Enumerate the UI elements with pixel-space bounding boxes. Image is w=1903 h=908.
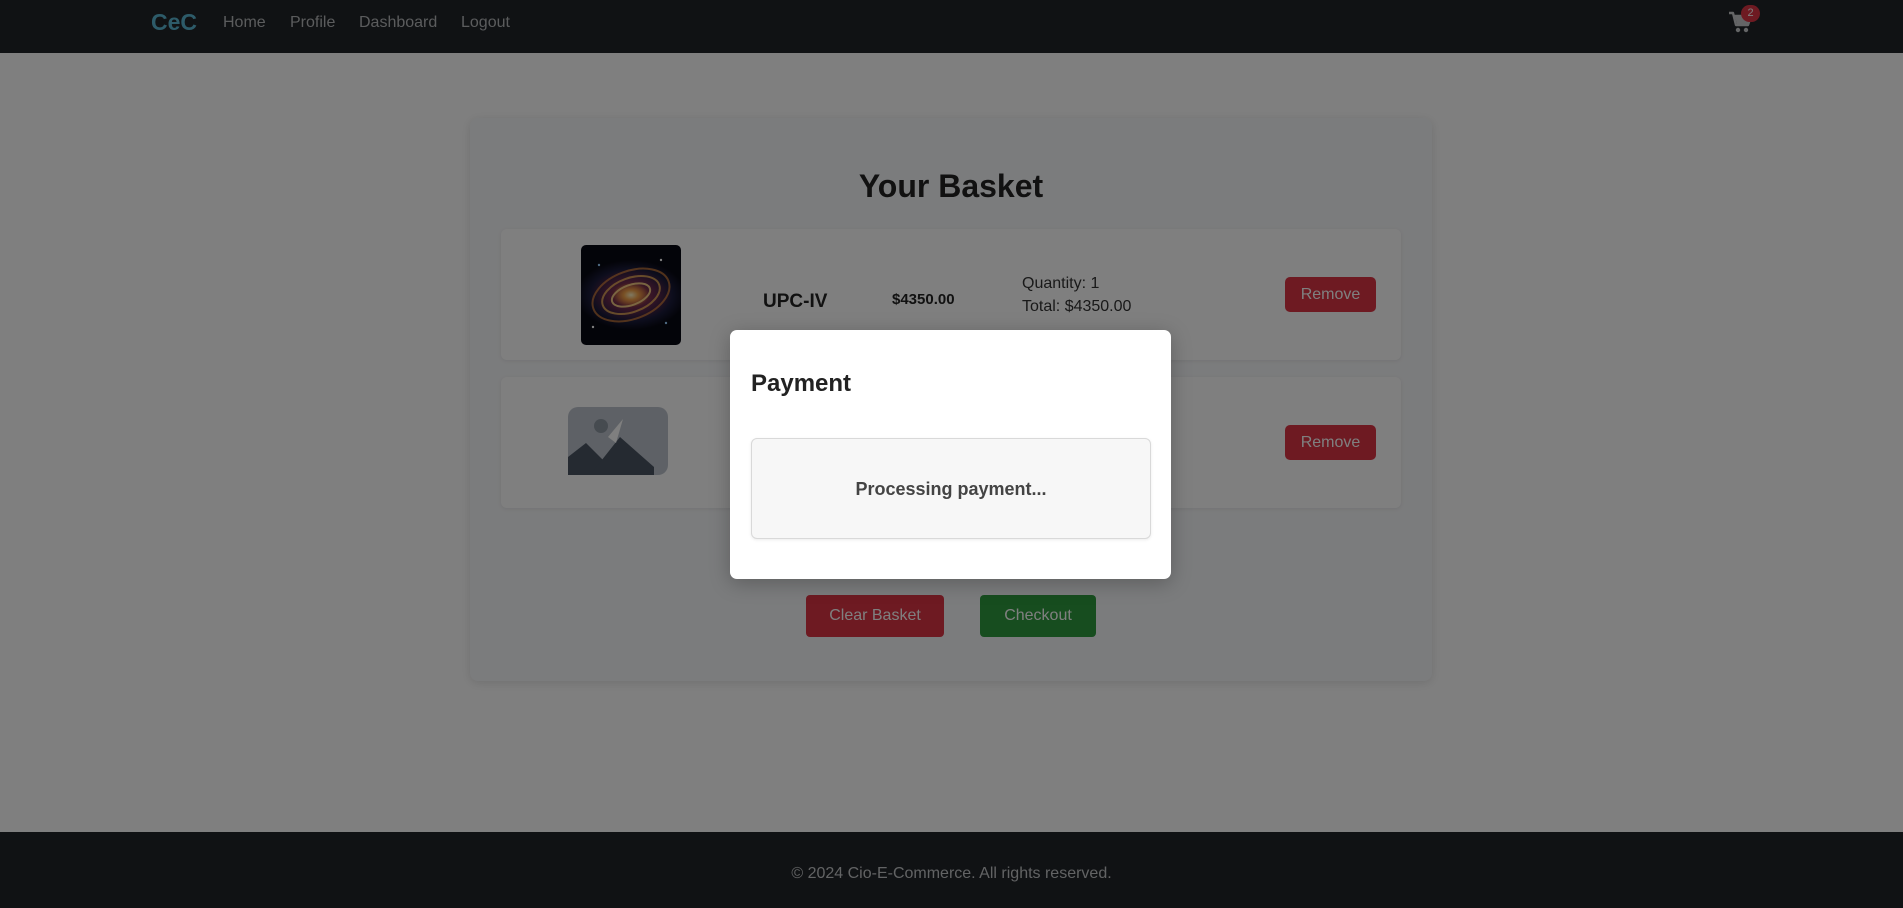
modal-title: Payment xyxy=(751,370,852,397)
payment-status-text: Processing payment... xyxy=(855,479,1047,499)
payment-modal: Payment Processing payment... xyxy=(730,330,1171,579)
payment-status-box: Processing payment... xyxy=(751,438,1151,539)
